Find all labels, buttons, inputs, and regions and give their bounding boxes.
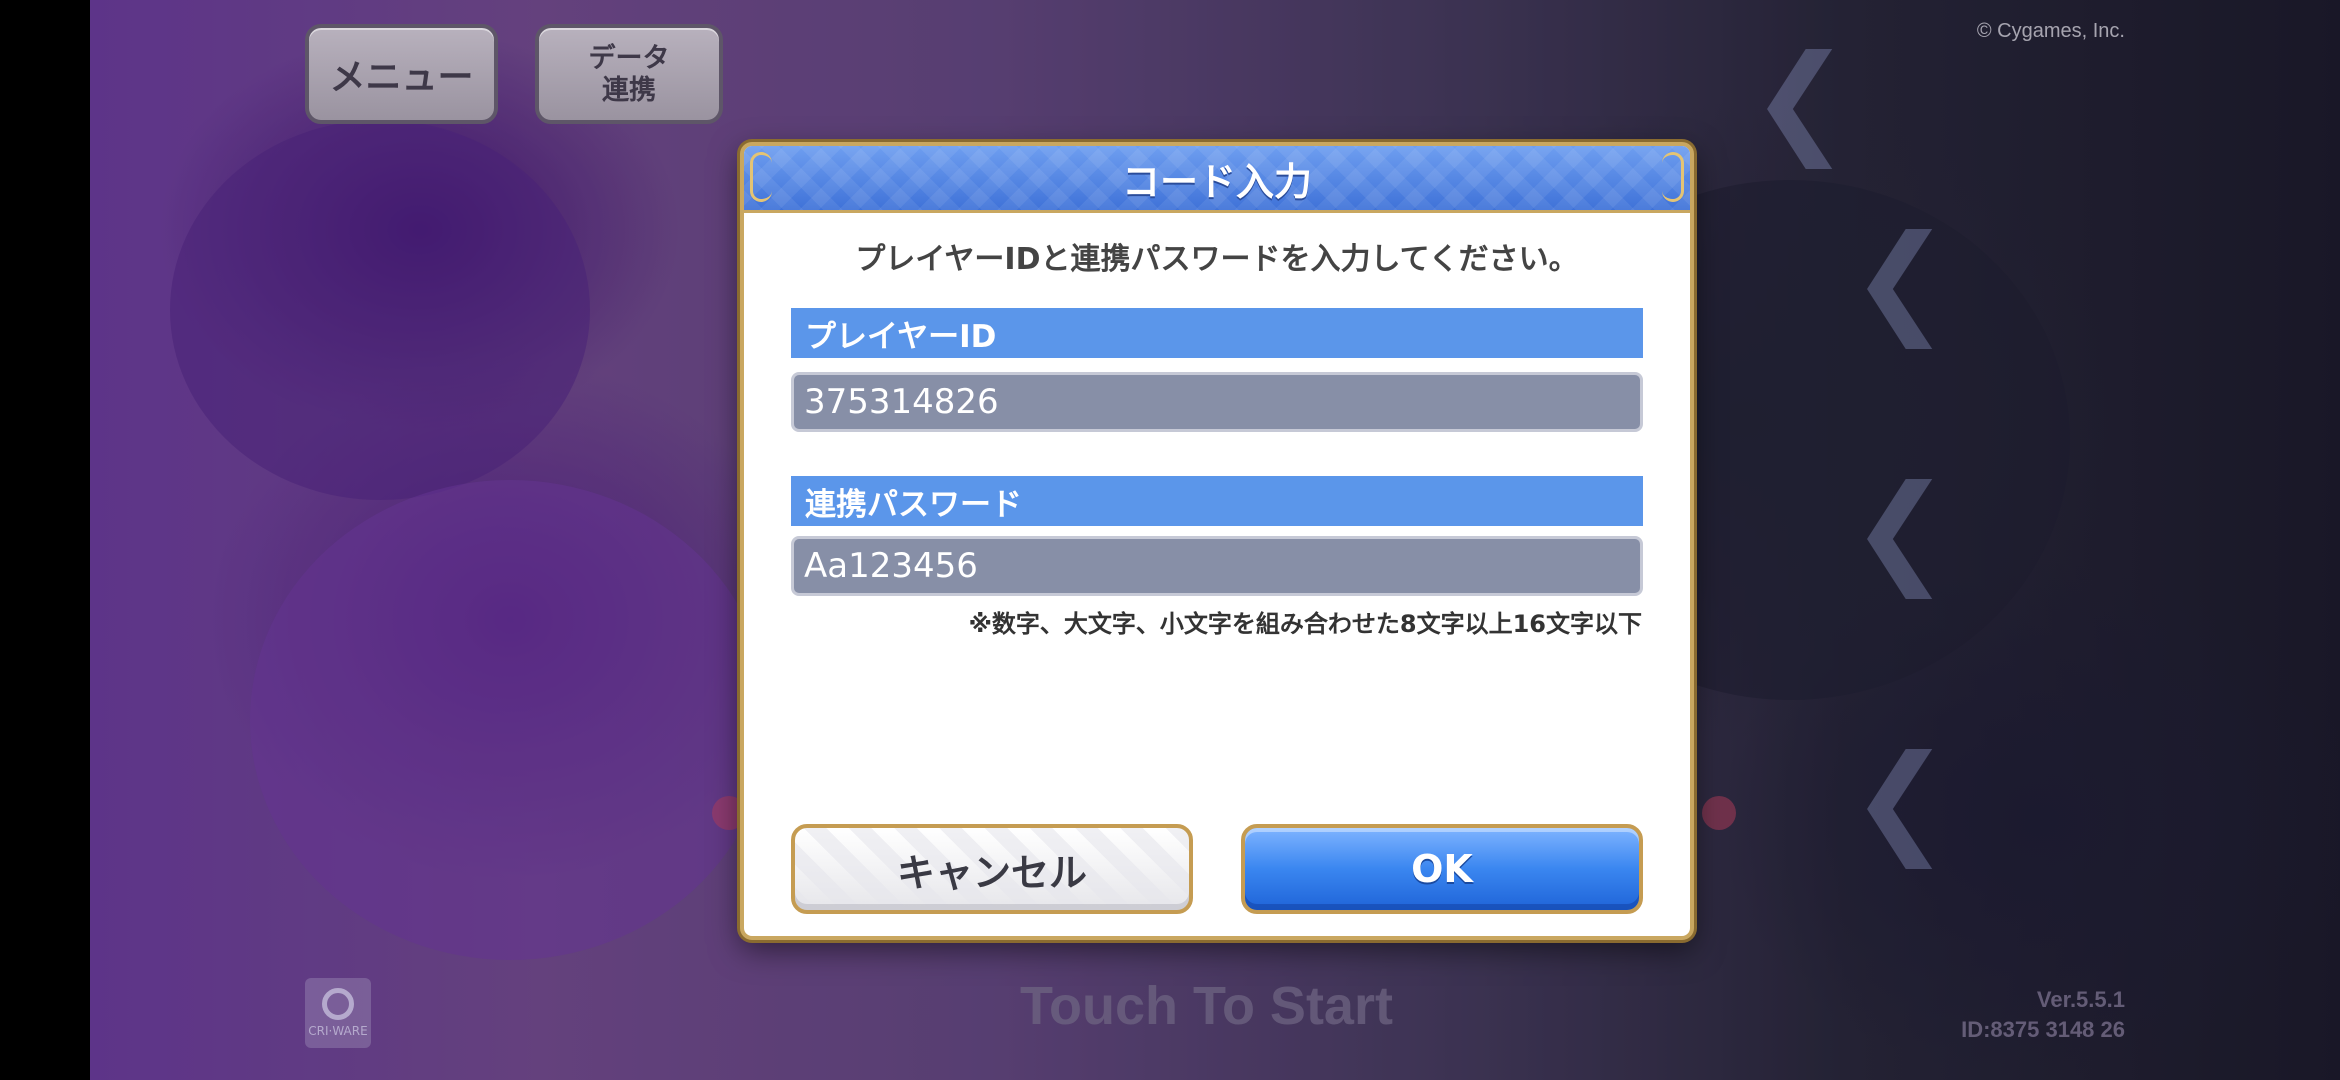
instruction-text: プレイヤーIDと連携パスワードを入力してください。	[855, 242, 1579, 277]
copyright-text: © Cygames, Inc.	[1976, 20, 2125, 42]
ornament-icon	[1662, 152, 1684, 202]
cancel-button[interactable]: キャンセル	[791, 824, 1193, 914]
version-info: Ver.5.5.1 ID:8375 3148 26	[1961, 985, 2125, 1045]
password-requirement-note: ※数字、大文字、小文字を組み合わせた8文字以上16文字以下	[968, 610, 1642, 638]
crest-icon: ❮	[1750, 30, 1851, 169]
menu-button[interactable]: メニュー	[305, 24, 498, 124]
code-input-dialog: コード入力 プレイヤーIDと連携パスワードを入力してください。 プレイヤーID …	[740, 142, 1694, 940]
password-label: 連携パスワード	[791, 476, 1643, 526]
criware-logo: CRI·WARE	[305, 978, 371, 1048]
criware-logo-text: CRI·WARE	[308, 1024, 368, 1038]
ok-button[interactable]: OK	[1241, 824, 1643, 914]
data-link-button[interactable]: データ 連携	[535, 24, 723, 124]
dialog-header: コード入力	[744, 146, 1690, 213]
device-id-text: ID:8375 3148 26	[1961, 1017, 2125, 1042]
player-id-label: プレイヤーID	[791, 308, 1643, 358]
player-id-input[interactable]: 375314826	[791, 372, 1643, 432]
criware-icon	[322, 988, 354, 1020]
dialog-title: コード入力	[1121, 159, 1312, 204]
password-input[interactable]: Aa123456	[791, 536, 1643, 596]
ornament-icon	[750, 152, 772, 202]
crest-icon: ❮	[1850, 730, 1951, 869]
touch-to-start-text: Touch To Start	[1020, 976, 1393, 1036]
crest-icon: ❮	[1850, 210, 1951, 349]
crest-icon: ❮	[1850, 460, 1951, 599]
version-text: Ver.5.5.1	[2036, 987, 2125, 1012]
right-indicator-icon	[1702, 796, 1736, 830]
